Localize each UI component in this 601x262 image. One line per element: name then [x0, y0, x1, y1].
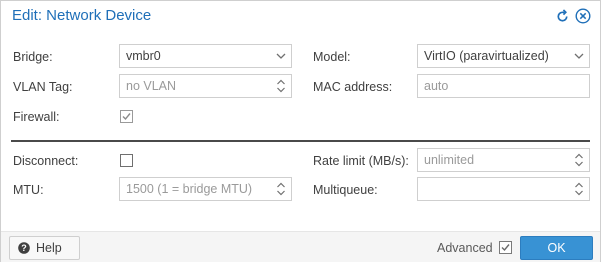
bridge-value: vmbr0 [126, 49, 161, 63]
dialog-footer: ? Help Advanced OK [1, 231, 600, 262]
advanced-label: Advanced [437, 241, 493, 255]
chevron-down-icon[interactable] [569, 45, 589, 67]
spinner-icon[interactable] [271, 178, 291, 200]
model-label: Model: [313, 50, 351, 64]
spinner-icon[interactable] [271, 75, 291, 97]
vlan-tag-placeholder: no VLAN [126, 79, 177, 93]
spinner-icon[interactable] [569, 149, 589, 171]
mtu-input[interactable]: 1500 (1 = bridge MTU) [119, 177, 292, 201]
firewall-label: Firewall: [13, 110, 60, 124]
rate-limit-label: Rate limit (MB/s): [313, 154, 409, 168]
dialog-title: Edit: Network Device [12, 7, 152, 24]
close-icon[interactable] [574, 7, 592, 25]
mtu-placeholder: 1500 (1 = bridge MTU) [126, 182, 253, 196]
section-divider [11, 140, 590, 142]
mac-address-label: MAC address: [313, 80, 393, 94]
chevron-down-icon[interactable] [271, 45, 291, 67]
question-circle-icon: ? [18, 242, 30, 254]
mtu-label: MTU: [13, 183, 44, 197]
rate-limit-placeholder: unlimited [424, 153, 475, 167]
vlan-tag-label: VLAN Tag: [13, 80, 73, 94]
checkmark-icon [501, 244, 510, 252]
help-button[interactable]: ? Help [9, 236, 80, 260]
reset-icon[interactable] [553, 7, 571, 25]
vlan-tag-input[interactable]: no VLAN [119, 74, 292, 98]
checkmark-icon [122, 113, 131, 121]
spinner-icon[interactable] [569, 178, 589, 200]
advanced-checkbox[interactable] [499, 241, 512, 254]
svg-text:?: ? [21, 243, 27, 253]
dialog-titlebar: Edit: Network Device [1, 1, 600, 31]
mac-address-input[interactable]: auto [417, 74, 590, 98]
disconnect-label: Disconnect: [13, 154, 79, 168]
bridge-select[interactable]: vmbr0 [119, 44, 292, 68]
bridge-label: Bridge: [13, 50, 53, 64]
firewall-checkbox[interactable] [120, 110, 133, 123]
mac-address-placeholder: auto [424, 79, 449, 93]
multiqueue-input[interactable] [417, 177, 590, 201]
model-value: VirtIO (paravirtualized) [424, 49, 549, 63]
disconnect-checkbox[interactable] [120, 154, 133, 167]
multiqueue-label: Multiqueue: [313, 183, 378, 197]
edit-network-device-dialog: Edit: Network Device Bridge: vmbr0 VLAN … [0, 0, 601, 262]
help-label: Help [36, 241, 62, 255]
dialog-body: Bridge: vmbr0 VLAN Tag: no VLAN Firewall… [1, 31, 600, 231]
rate-limit-input[interactable]: unlimited [417, 148, 590, 172]
ok-button[interactable]: OK [520, 236, 593, 260]
model-select[interactable]: VirtIO (paravirtualized) [417, 44, 590, 68]
